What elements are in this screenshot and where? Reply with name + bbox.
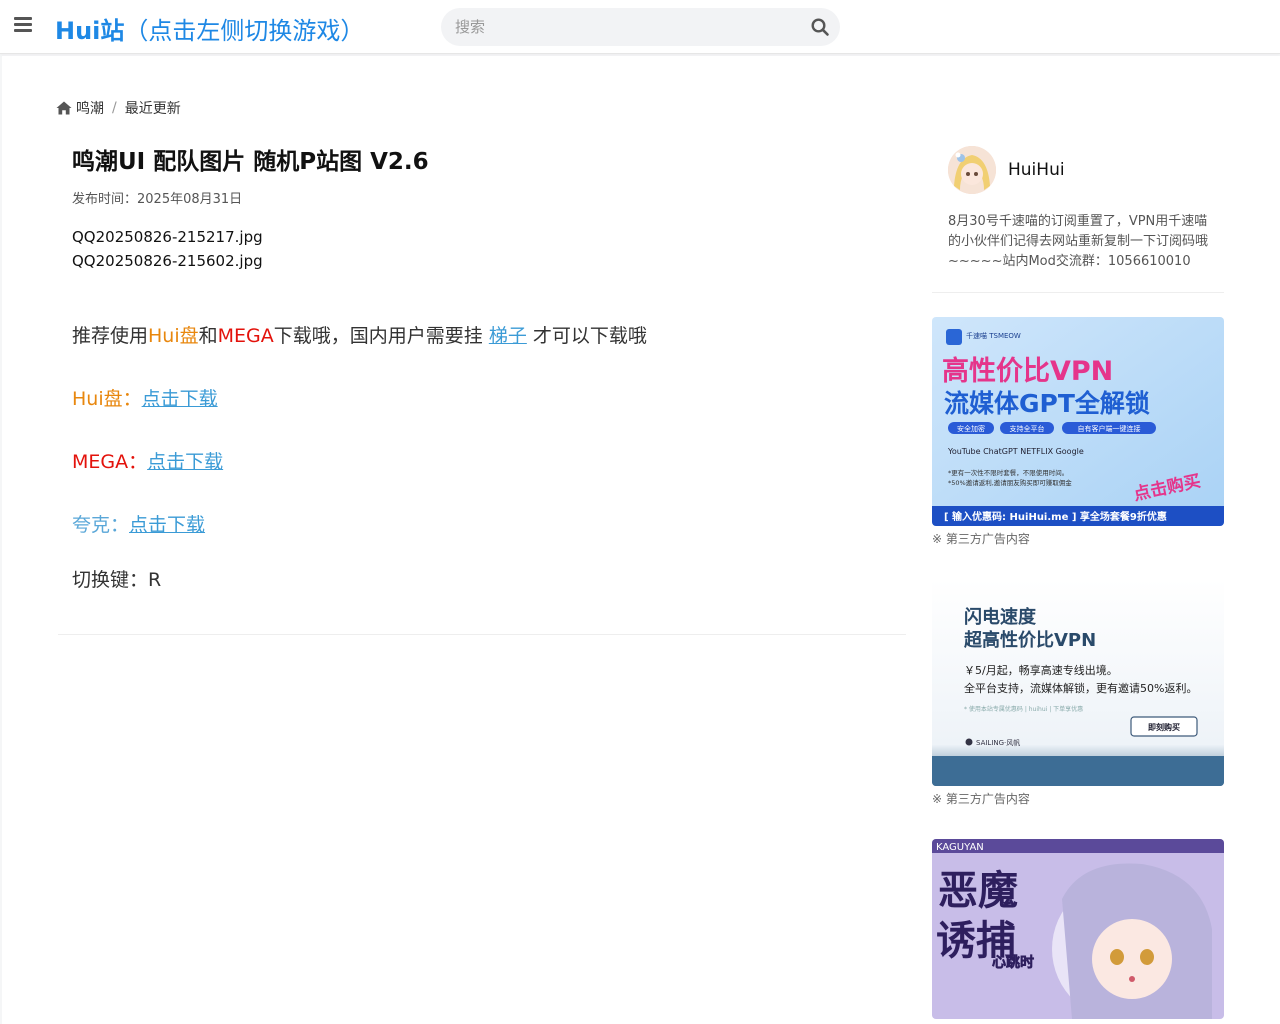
- ad-banner-game[interactable]: KAGUYAN 恶魔 诱捕 心跳时: [932, 839, 1224, 1019]
- breadcrumb: 鸣潮 / 最近更新: [56, 98, 181, 118]
- sidebar: HuiHui 8月30号千速喵的订阅重置了，VPN用千速喵的小伙伴们记得去网站重…: [932, 146, 1224, 1019]
- site-name[interactable]: Hui站: [55, 17, 124, 45]
- ad-game-graphic: KAGUYAN 恶魔 诱捕 心跳时: [932, 839, 1224, 1019]
- hotkey-text: 切换键：R: [72, 569, 162, 591]
- ad-sailing-brand: SAILING·风帆: [976, 738, 1020, 747]
- author-name[interactable]: HuiHui: [1008, 160, 1065, 180]
- ad-disclaimer: ※ 第三方广告内容: [932, 532, 1030, 546]
- recommend-text: 推荐使用: [72, 325, 149, 347]
- ad-banner-tsmeow[interactable]: 千速喵 TSMEOW 高性价比VPN 流媒体GPT全解锁 安全加密 支持全平台 …: [932, 317, 1224, 526]
- ad-sailing-fine: * 使用本站专属优惠码 | huihui | 下单享优惠: [964, 705, 1083, 713]
- ad-tsmeow-tag: 自有客户端一键连接: [1078, 424, 1141, 433]
- attachment-file: QQ20250826-215217.jpg: [72, 228, 263, 246]
- ad-banner-sailing[interactable]: 闪电速度 超高性价比VPN ￥5/月起，畅享高速专线出境。 全平台支持，流媒体解…: [932, 579, 1224, 786]
- breadcrumb-separator: /: [112, 100, 117, 116]
- ad-tsmeow-promo: [ 输入优惠码: HuiHui.me ] 享全场套餐9折优惠: [944, 510, 1167, 523]
- download-row-hui: Hui盘：点击下载: [72, 386, 902, 412]
- breadcrumb-item-game[interactable]: 鸣潮: [76, 98, 104, 118]
- recommend-paragraph: 推荐使用Hui盘和MEGA下载哦，国内用户需要挂 梯子 才可以下载哦: [72, 323, 902, 349]
- avatar[interactable]: [948, 146, 996, 194]
- search-input[interactable]: [455, 16, 795, 38]
- download-label: Hui盘：: [72, 388, 142, 410]
- recommend-and: 和: [198, 325, 218, 347]
- ad-sailing-desc2: 全平台支持，流媒体解锁，更有邀请50%返利。: [964, 681, 1197, 695]
- breadcrumb-item-recent[interactable]: 最近更新: [125, 98, 181, 118]
- download-label: MEGA：: [72, 451, 148, 473]
- article-divider: [58, 634, 906, 635]
- search-icon[interactable]: [810, 17, 830, 37]
- site-title[interactable]: Hui站（点击左侧切换游戏）: [55, 11, 364, 46]
- post-title: 鸣潮UI 配队图片 随机P站图 V2.6: [72, 149, 429, 175]
- sidebar-divider: [932, 292, 1224, 293]
- attachment-file: QQ20250826-215602.jpg: [72, 252, 263, 270]
- download-link-quark[interactable]: 点击下载: [129, 514, 205, 536]
- ad-sailing-graphic: 闪电速度 超高性价比VPN ￥5/月起，畅享高速专线出境。 全平台支持，流媒体解…: [932, 579, 1224, 786]
- attachment-list: QQ20250826-215217.jpg QQ20250826-215602.…: [72, 225, 902, 273]
- ad-tsmeow-fine2: *50%邀请返利,邀请朋友购买即可赚取佣金: [948, 478, 1072, 487]
- author-card: HuiHui: [948, 146, 1224, 194]
- home-icon[interactable]: [56, 101, 72, 115]
- ad-tsmeow-fine1: *更有一次性不限时套餐，不限使用时间。: [948, 468, 1068, 477]
- hui-pan-text: Hui盘: [148, 325, 199, 347]
- recommend-suffix: 才可以下载哦: [532, 325, 647, 347]
- ad-tsmeow-brand: 千速喵 TSMEOW: [966, 331, 1021, 340]
- download-label: 夸克：: [72, 514, 130, 536]
- ad-tsmeow-tag: 支持全平台: [1010, 424, 1045, 433]
- site-title-hint[interactable]: （点击左侧切换游戏）: [124, 17, 364, 45]
- ad-game-brand: KAGUYAN: [936, 842, 984, 853]
- search-box: [441, 8, 840, 46]
- download-row-mega: MEGA：点击下载: [72, 449, 902, 475]
- ladder-link[interactable]: 梯子: [489, 325, 527, 347]
- download-row-quark: 夸克：点击下载: [72, 512, 902, 538]
- ad-sailing-line1: 闪电速度: [964, 606, 1037, 628]
- ad-sailing-line2: 超高性价比VPN: [964, 629, 1096, 651]
- main-content: 鸣潮 / 最近更新 鸣潮UI 配队图片 随机P站图 V2.6 发布时间：2025…: [2, 56, 1280, 1024]
- ad-game-title1: 恶魔: [938, 868, 1018, 914]
- download-link-hui[interactable]: 点击下载: [142, 388, 218, 410]
- download-link-mega[interactable]: 点击下载: [147, 451, 223, 473]
- ad-sailing-button: 即刻购买: [1148, 722, 1180, 732]
- notice-text: 8月30号千速喵的订阅重置了，VPN用千速喵的小伙伴们记得去网站重新复制一下订阅…: [948, 214, 1209, 269]
- mega-text: MEGA: [217, 325, 274, 347]
- ad-tsmeow-graphic: 千速喵 TSMEOW 高性价比VPN 流媒体GPT全解锁 安全加密 支持全平台 …: [932, 317, 1224, 526]
- ad-game-subtitle: 心跳时: [992, 954, 1034, 971]
- ad-tsmeow-line1: 高性价比VPN: [942, 355, 1113, 387]
- post-date: 发布时间：2025年08月31日: [72, 192, 243, 207]
- avatar-illustration: [948, 146, 996, 194]
- article: 鸣潮UI 配队图片 随机P站图 V2.6 发布时间：2025年08月31日 QQ…: [72, 146, 902, 593]
- top-navbar: Hui站（点击左侧切换游戏）: [0, 0, 1280, 54]
- ad-sailing-desc1: ￥5/月起，畅享高速专线出境。: [964, 663, 1118, 677]
- ad-disclaimer: ※ 第三方广告内容: [932, 792, 1030, 806]
- hamburger-menu-icon[interactable]: [14, 17, 32, 37]
- recommend-mid: 下载哦，国内用户需要挂: [273, 325, 483, 347]
- ad-tsmeow-tag: 安全加密: [957, 424, 985, 433]
- ad-tsmeow-apps: YouTube ChatGPT NETFLIX Google: [947, 447, 1084, 456]
- ad-tsmeow-line2: 流媒体GPT全解锁: [944, 389, 1150, 418]
